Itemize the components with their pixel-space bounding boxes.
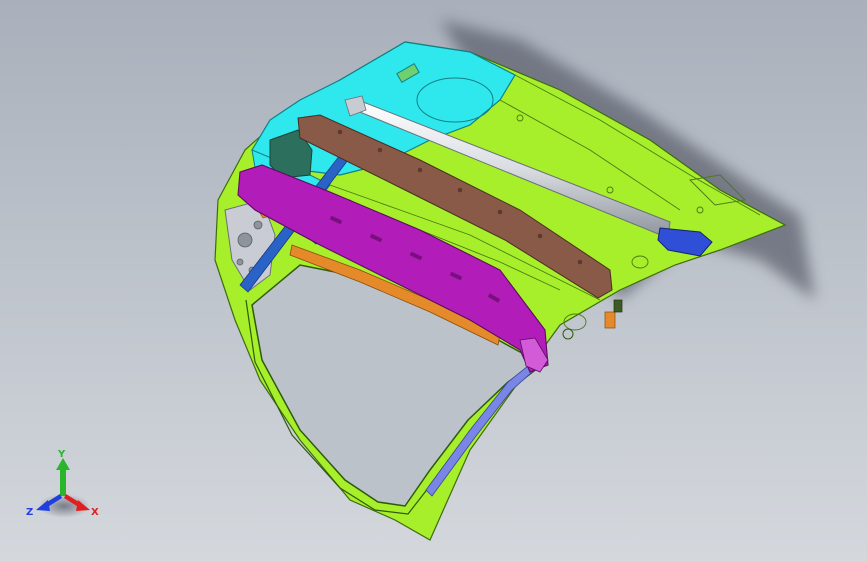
- x-axis-label: X: [91, 507, 99, 518]
- y-axis-arrow-icon: [56, 458, 70, 496]
- 3d-model-viewport[interactable]: Y X Z: [0, 0, 867, 562]
- y-axis-label: Y: [57, 449, 66, 460]
- z-axis-label: Z: [26, 507, 33, 518]
- door-assembly-model[interactable]: [0, 0, 867, 562]
- triad-graphic: Y X Z: [26, 449, 99, 518]
- coordinate-triad: Y X Z: [22, 448, 108, 524]
